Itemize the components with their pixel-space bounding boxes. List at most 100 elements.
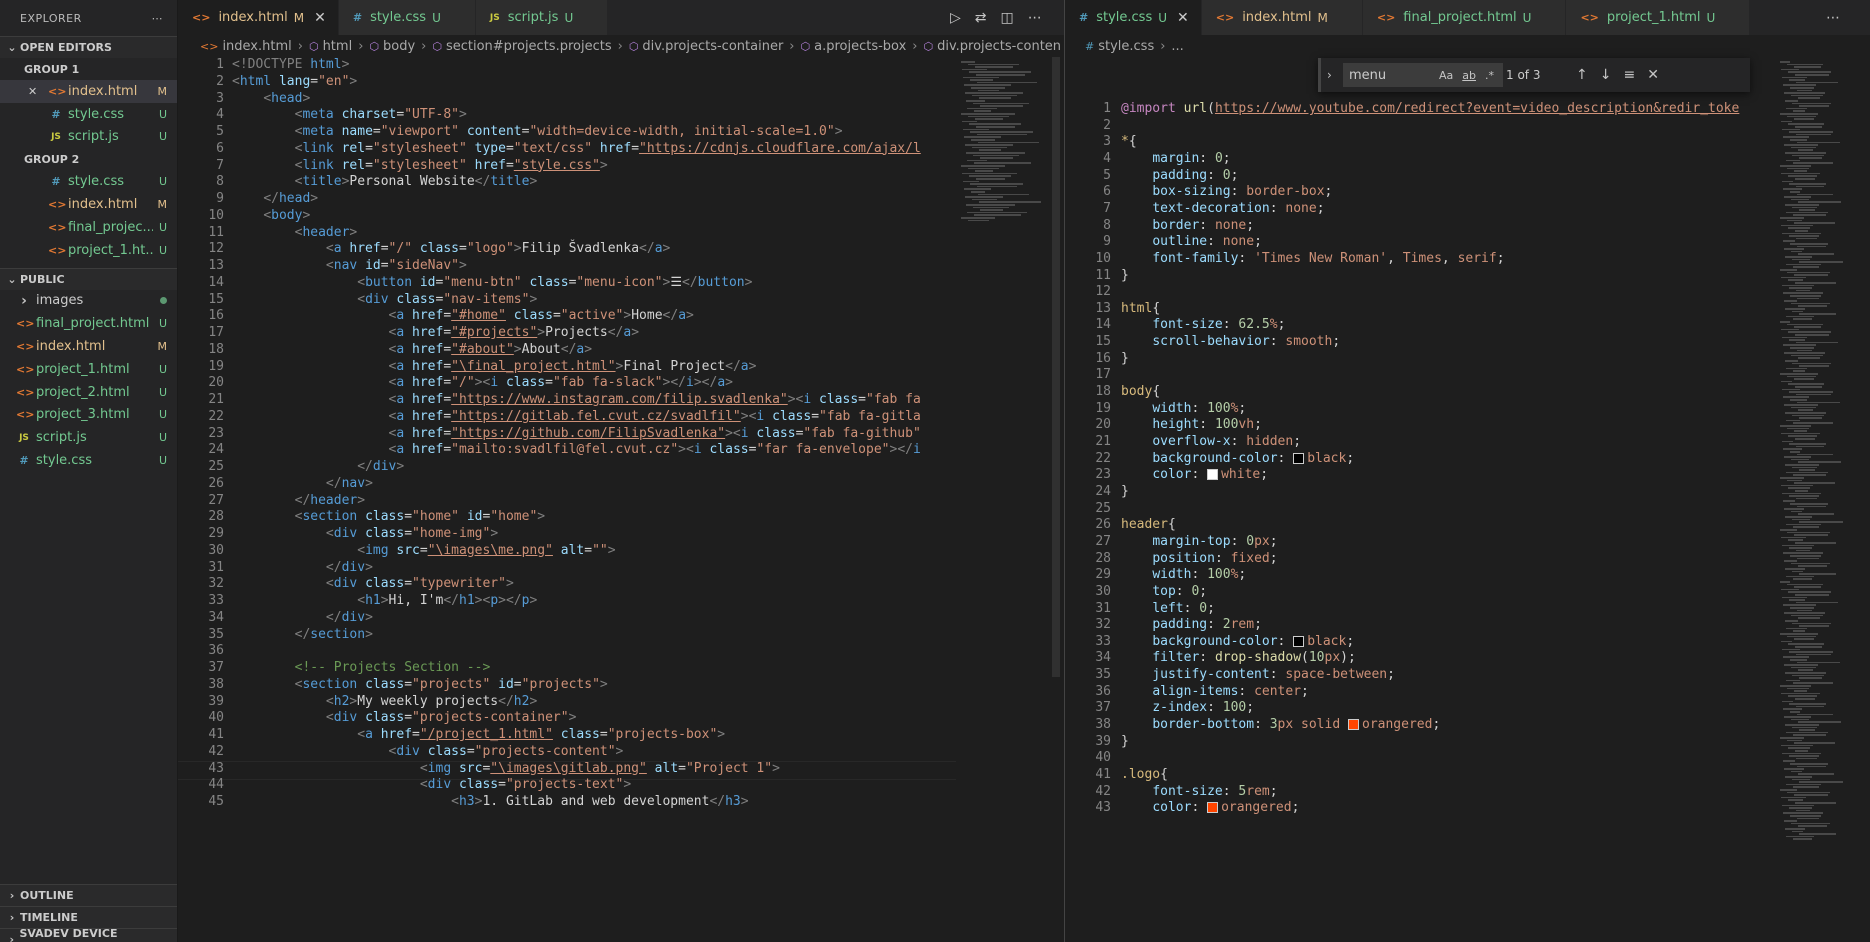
code-line: position: fixed; bbox=[1121, 551, 1277, 566]
element-icon: ⬡ bbox=[800, 39, 811, 53]
color-swatch[interactable] bbox=[1348, 719, 1359, 731]
breadcrumb-separator-icon: › bbox=[297, 38, 303, 54]
editor-tab[interactable]: <> project_1.html U bbox=[1566, 0, 1751, 35]
minimap-line bbox=[1796, 809, 1810, 812]
file-item[interactable]: # style.css U bbox=[0, 103, 177, 126]
breadcrumb-segment[interactable]: ⬡ a.projects-box bbox=[801, 39, 907, 54]
file-item[interactable]: <> project_1.ht... U bbox=[0, 239, 177, 262]
line-number: 25 bbox=[1095, 500, 1111, 516]
more-actions-icon[interactable]: ⋯ bbox=[1826, 10, 1840, 26]
breadcrumb-segment[interactable]: ⬡ div.projects-content bbox=[924, 39, 1061, 54]
outline-section[interactable]: › OUTLINE bbox=[0, 884, 177, 906]
breadcrumb-segment[interactable]: ... bbox=[1171, 39, 1183, 54]
minimap-line bbox=[1791, 770, 1802, 773]
split-editor-icon[interactable]: ◫ bbox=[1001, 10, 1014, 26]
code-token: h1 bbox=[365, 593, 381, 608]
editor-tab[interactable]: # style.css U ✕ bbox=[1065, 0, 1202, 35]
breadcrumb-segment[interactable]: # style.css bbox=[1085, 39, 1154, 54]
match-word-icon[interactable]: ab bbox=[1462, 69, 1476, 82]
code-token: </ bbox=[709, 794, 726, 809]
code-token: "projects-container" bbox=[412, 710, 569, 726]
find-in-selection-icon[interactable]: ≡ bbox=[1623, 67, 1635, 83]
file-item[interactable]: JS script.js U bbox=[0, 126, 177, 149]
editor-tab[interactable]: <> index.html M ✕ bbox=[178, 0, 339, 35]
open-editors-section[interactable]: ⌄ OPEN EDITORS bbox=[0, 36, 177, 58]
minimap-line bbox=[1786, 731, 1828, 734]
minimap-line bbox=[975, 118, 1003, 120]
minimap-line bbox=[971, 87, 1005, 89]
right-code-area[interactable]: 1 @import url(https://www.youtube.com/red… bbox=[1065, 94, 1770, 942]
code-token: > bbox=[631, 325, 640, 340]
file-item[interactable]: <> project_2.html U bbox=[0, 381, 177, 404]
right-minimap[interactable] bbox=[1774, 57, 1870, 942]
close-find-icon[interactable]: ✕ bbox=[1647, 67, 1659, 83]
code-token: ></ bbox=[498, 593, 522, 608]
file-item[interactable]: <> index.html M bbox=[0, 335, 177, 358]
file-item[interactable]: # style.css U bbox=[0, 170, 177, 193]
file-item[interactable]: <> final_project.html U bbox=[0, 312, 177, 335]
code-token: = bbox=[599, 727, 608, 742]
close-tab-icon[interactable]: ✕ bbox=[1177, 10, 1189, 26]
code-token: "home" bbox=[412, 509, 467, 525]
git-status-badge: U bbox=[158, 385, 167, 399]
file-item[interactable]: <> final_projec... U bbox=[0, 216, 177, 239]
editor-tab[interactable]: <> final_project.html U bbox=[1362, 0, 1567, 35]
compare-icon[interactable]: ⇄ bbox=[975, 10, 987, 26]
file-item[interactable]: <> project_1.html U bbox=[0, 358, 177, 381]
toggle-replace-chevron-icon[interactable]: › bbox=[1327, 68, 1332, 82]
breadcrumb-segment[interactable]: ⬡ section#projects.projects bbox=[432, 39, 611, 54]
minimap-line bbox=[1797, 453, 1833, 456]
code-token: = bbox=[404, 526, 413, 541]
minimap-line bbox=[980, 209, 1003, 211]
left-scrollbar[interactable] bbox=[1052, 57, 1060, 677]
close-tab-icon[interactable]: ✕ bbox=[314, 10, 326, 26]
file-item[interactable]: ✕ <> index.html M bbox=[0, 80, 177, 103]
regex-icon[interactable]: .* bbox=[1485, 69, 1494, 82]
left-minimap[interactable] bbox=[957, 57, 1057, 942]
public-folder-section[interactable]: ⌄ PUBLIC bbox=[0, 267, 177, 290]
minimap-line bbox=[1791, 198, 1809, 201]
color-swatch[interactable] bbox=[1293, 452, 1305, 464]
file-item[interactable]: <> index.html M bbox=[0, 193, 177, 216]
color-swatch[interactable] bbox=[1207, 469, 1219, 481]
editor-tab[interactable]: <> index.html M bbox=[1201, 0, 1363, 35]
close-icon[interactable]: ✕ bbox=[28, 85, 37, 98]
breadcrumb-segment[interactable]: ⬡ html bbox=[309, 39, 352, 54]
next-match-icon[interactable]: ↓ bbox=[1600, 67, 1612, 83]
color-swatch[interactable] bbox=[1293, 635, 1305, 647]
editor-tab[interactable]: JS script.js U bbox=[475, 0, 609, 35]
minimap-line bbox=[1788, 279, 1804, 281]
file-item[interactable]: JS script.js U bbox=[0, 426, 177, 449]
left-code-area[interactable]: 1 <!DOCTYPE html> 2 <html lang="en"> 3 <head… bbox=[178, 57, 956, 942]
code-token: ; bbox=[1316, 200, 1325, 216]
line-number: 24 bbox=[208, 442, 224, 458]
previous-match-icon[interactable]: ↑ bbox=[1576, 67, 1588, 83]
timeline-section[interactable]: › TIMELINE bbox=[0, 906, 177, 928]
code-token: a bbox=[396, 308, 413, 324]
code-token: "/project_1.html" bbox=[419, 727, 553, 742]
line-number: 17 bbox=[208, 325, 224, 340]
minimap-line bbox=[1789, 183, 1827, 185]
code-line: <a href="#projects">Projects</a> bbox=[232, 325, 639, 340]
code-token: = bbox=[552, 308, 561, 324]
git-status-badge: U bbox=[158, 175, 167, 189]
minimap-line bbox=[969, 71, 1031, 73]
file-item[interactable]: › images bbox=[0, 290, 177, 313]
breadcrumb-segment[interactable]: ⬡ body bbox=[369, 39, 415, 54]
breadcrumb-segment[interactable]: <> index.html bbox=[200, 39, 292, 54]
breadcrumb-segment[interactable]: ⬡ div.projects-container bbox=[629, 39, 783, 54]
match-case-icon[interactable]: Aa bbox=[1439, 69, 1453, 82]
device-browser-section[interactable]: › SVADEV DEVICE BROWSER bbox=[0, 927, 177, 942]
editor-tab[interactable]: # style.css U bbox=[338, 0, 476, 35]
more-actions-icon[interactable]: ⋯ bbox=[152, 12, 164, 25]
file-item[interactable]: # style.css U bbox=[0, 449, 177, 472]
group-1-header[interactable]: GROUP 1 bbox=[0, 58, 177, 80]
run-icon[interactable]: ▷ bbox=[950, 10, 961, 26]
minimap-line bbox=[1794, 118, 1814, 120]
color-swatch[interactable] bbox=[1207, 802, 1219, 814]
group-2-header[interactable]: GROUP 2 bbox=[0, 148, 177, 170]
file-item[interactable]: <> project_3.html U bbox=[0, 404, 177, 427]
line-number: 23 bbox=[208, 425, 224, 441]
more-actions-icon[interactable]: ⋯ bbox=[1028, 10, 1042, 26]
